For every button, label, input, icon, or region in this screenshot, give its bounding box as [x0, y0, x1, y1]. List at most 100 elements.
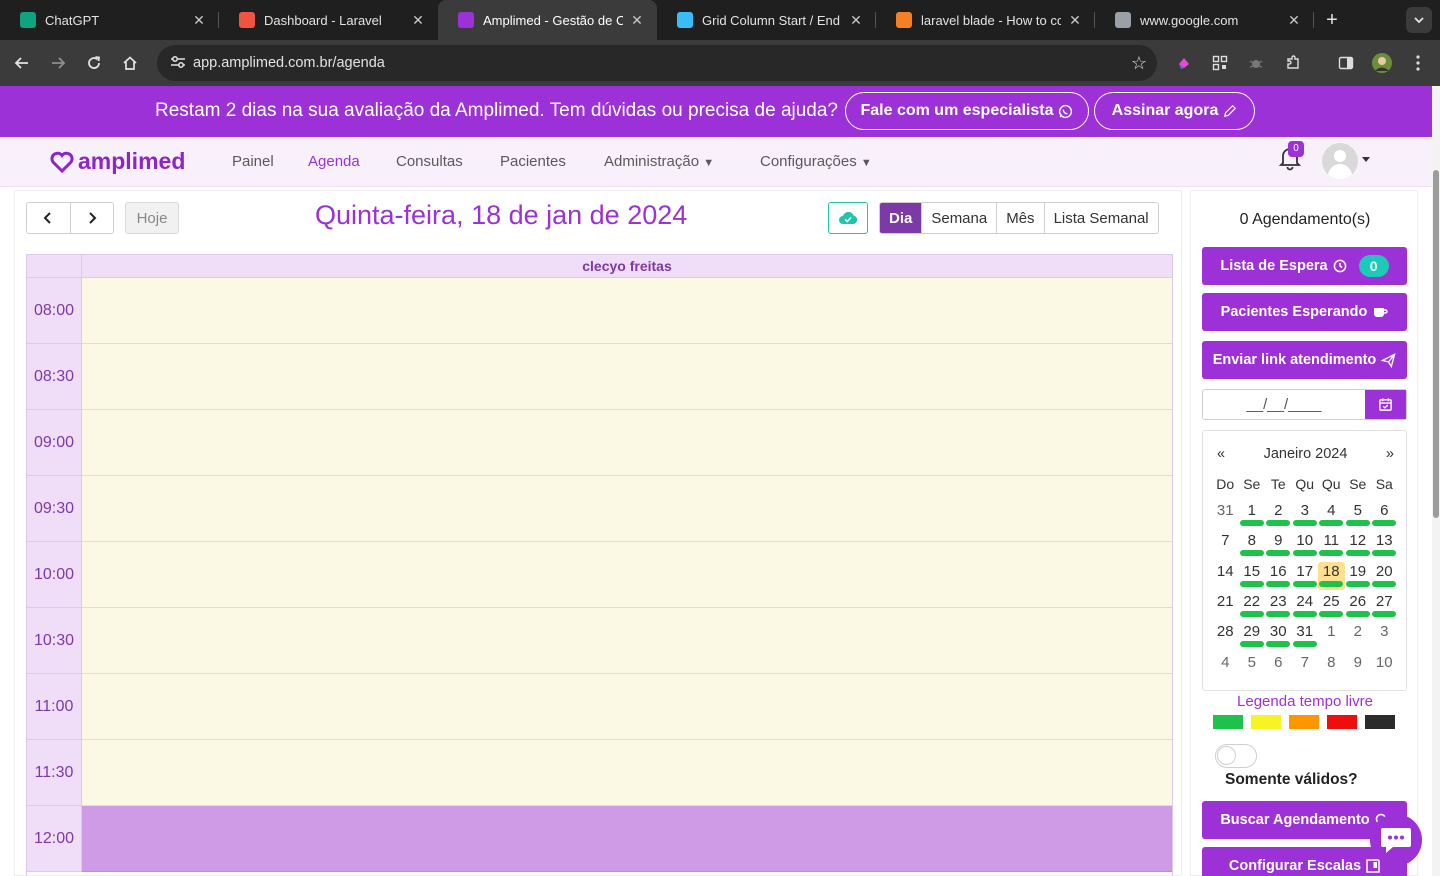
browser-menu-icon[interactable] [1403, 48, 1433, 78]
free-slot-cell[interactable] [82, 410, 1172, 476]
only-valid-toggle[interactable] [1215, 744, 1257, 768]
mini-calendar-day[interactable]: 1 [1239, 501, 1266, 529]
mini-calendar-day[interactable]: 9 [1345, 653, 1372, 681]
mini-calendar-day[interactable]: 3 [1371, 622, 1398, 650]
puzzle-extensions-icon[interactable] [1278, 48, 1308, 78]
mini-calendar-day[interactable]: 7 [1212, 531, 1239, 559]
scrollbar-thumb[interactable] [1433, 170, 1439, 518]
new-tab-button[interactable]: + [1314, 0, 1350, 40]
mini-calendar-day[interactable]: 24 [1292, 592, 1319, 620]
waiting-list-button[interactable]: Lista de Espera 0 [1202, 247, 1407, 285]
mini-calendar-day-selected[interactable]: 18 [1318, 561, 1345, 590]
free-slot-cell[interactable] [82, 674, 1172, 740]
close-tab-icon[interactable]: ✕ [1067, 12, 1083, 28]
mini-calendar-day[interactable]: 13 [1371, 531, 1398, 559]
mini-calendar-day[interactable]: 10 [1292, 531, 1319, 559]
talk-to-specialist-button[interactable]: Fale com um especialista [845, 92, 1089, 130]
mini-calendar-day[interactable]: 9 [1265, 531, 1292, 559]
view-day-button[interactable]: Dia [880, 203, 922, 233]
browser-tab[interactable]: Amplimed - Gestão de Clíni ✕ [438, 0, 657, 40]
previous-month-button[interactable]: « [1217, 446, 1225, 462]
mini-calendar-day[interactable]: 25 [1318, 592, 1345, 620]
reload-button[interactable] [76, 45, 112, 81]
bug-extension-icon[interactable] [1241, 48, 1271, 78]
url-text[interactable]: app.amplimed.com.br/agenda [193, 55, 1121, 71]
send-service-link-button[interactable]: Enviar link atendimento [1202, 341, 1407, 379]
mini-calendar-day[interactable]: 30 [1265, 622, 1292, 650]
tab-search-button[interactable] [1406, 7, 1432, 33]
cloud-sync-button[interactable] [828, 202, 868, 234]
mini-calendar-day[interactable]: 19 [1345, 562, 1372, 590]
free-slot-cell[interactable] [82, 476, 1172, 542]
mini-calendar-day[interactable]: 23 [1265, 592, 1292, 620]
mini-calendar-day[interactable]: 28 [1212, 622, 1239, 650]
mini-calendar-day[interactable]: 20 [1371, 562, 1398, 590]
caret-down-icon[interactable] [1362, 157, 1370, 162]
mini-calendar-day[interactable]: 3 [1292, 501, 1319, 529]
mini-calendar-day[interactable]: 1 [1318, 622, 1345, 650]
mini-calendar-day[interactable]: 5 [1345, 501, 1372, 529]
close-tab-icon[interactable]: ✕ [848, 12, 864, 28]
mini-calendar-day[interactable]: 22 [1239, 592, 1266, 620]
blocked-slot-cell[interactable] [82, 806, 1172, 872]
mini-calendar-day[interactable]: 17 [1292, 562, 1319, 590]
close-tab-icon[interactable]: ✕ [1286, 12, 1302, 28]
mini-calendar-day[interactable]: 12 [1345, 531, 1372, 559]
mini-calendar-day[interactable]: 29 [1239, 622, 1266, 650]
date-input[interactable]: __/__/____ [1203, 390, 1365, 419]
mini-calendar-day[interactable]: 2 [1345, 622, 1372, 650]
amplimed-logo[interactable]: amplimed [50, 148, 185, 175]
next-month-button[interactable]: » [1386, 446, 1394, 462]
nav-administracao[interactable]: Administração ▼ [604, 153, 714, 170]
mini-calendar-day[interactable]: 31 [1212, 501, 1239, 529]
mini-calendar-day[interactable]: 21 [1212, 592, 1239, 620]
browser-tab[interactable]: Grid Column Start / End - ✕ [657, 0, 876, 40]
bookmark-star-icon[interactable]: ☆ [1121, 53, 1157, 74]
close-tab-icon[interactable]: ✕ [410, 12, 426, 28]
view-month-button[interactable]: Mês [996, 203, 1043, 233]
nav-configuracoes[interactable]: Configurações ▼ [760, 153, 872, 170]
free-slot-cell[interactable] [82, 542, 1172, 608]
nav-painel[interactable]: Painel [232, 153, 274, 170]
free-slot-cell[interactable] [82, 740, 1172, 806]
view-weekly-list-button[interactable]: Lista Semanal [1043, 203, 1158, 233]
mini-calendar-day[interactable]: 2 [1265, 501, 1292, 529]
page-scrollbar[interactable] [1432, 86, 1440, 876]
forward-button[interactable] [40, 45, 76, 81]
calendar-check-button[interactable] [1365, 390, 1406, 419]
mini-calendar-day[interactable]: 8 [1239, 531, 1266, 559]
mini-calendar-day[interactable]: 6 [1265, 653, 1292, 681]
mini-calendar-day[interactable]: 4 [1318, 501, 1345, 529]
mini-calendar-day[interactable]: 5 [1239, 653, 1266, 681]
profile-avatar-icon[interactable] [1367, 48, 1397, 78]
next-day-button[interactable] [71, 203, 114, 233]
mini-calendar-day[interactable]: 4 [1212, 653, 1239, 681]
patients-waiting-button[interactable]: Pacientes Esperando [1202, 293, 1407, 331]
mini-calendar-day[interactable]: 8 [1318, 653, 1345, 681]
mini-calendar-day[interactable]: 6 [1371, 501, 1398, 529]
mini-calendar-day[interactable]: 10 [1371, 653, 1398, 681]
mini-calendar-day[interactable]: 11 [1318, 531, 1345, 559]
nav-pacientes[interactable]: Pacientes [500, 153, 566, 170]
home-button[interactable] [112, 45, 148, 81]
address-bar[interactable]: app.amplimed.com.br/agenda ☆ [157, 45, 1157, 81]
today-button[interactable]: Hoje [125, 202, 179, 234]
free-slot-cell[interactable] [82, 608, 1172, 674]
view-week-button[interactable]: Semana [921, 203, 996, 233]
mini-calendar-day[interactable]: 26 [1345, 592, 1372, 620]
browser-tab[interactable]: Dashboard - Laravel ✕ [219, 0, 438, 40]
side-panel-icon[interactable] [1331, 48, 1361, 78]
mini-calendar-day[interactable]: 27 [1371, 592, 1398, 620]
browser-tab[interactable]: ChatGPT ✕ [0, 0, 219, 40]
user-avatar[interactable] [1322, 143, 1358, 179]
mini-calendar-day[interactable]: 7 [1292, 653, 1319, 681]
nav-agenda[interactable]: Agenda [308, 153, 360, 170]
mini-calendar-day[interactable]: 15 [1239, 562, 1266, 590]
chat-support-button[interactable] [1370, 814, 1422, 866]
extension-icon[interactable] [1169, 48, 1199, 78]
free-slot-cell[interactable] [82, 278, 1172, 344]
close-tab-icon[interactable]: ✕ [629, 12, 645, 28]
mini-calendar-day[interactable]: 14 [1212, 562, 1239, 590]
nav-consultas[interactable]: Consultas [396, 153, 463, 170]
notifications-button[interactable]: 0 [1278, 141, 1304, 175]
